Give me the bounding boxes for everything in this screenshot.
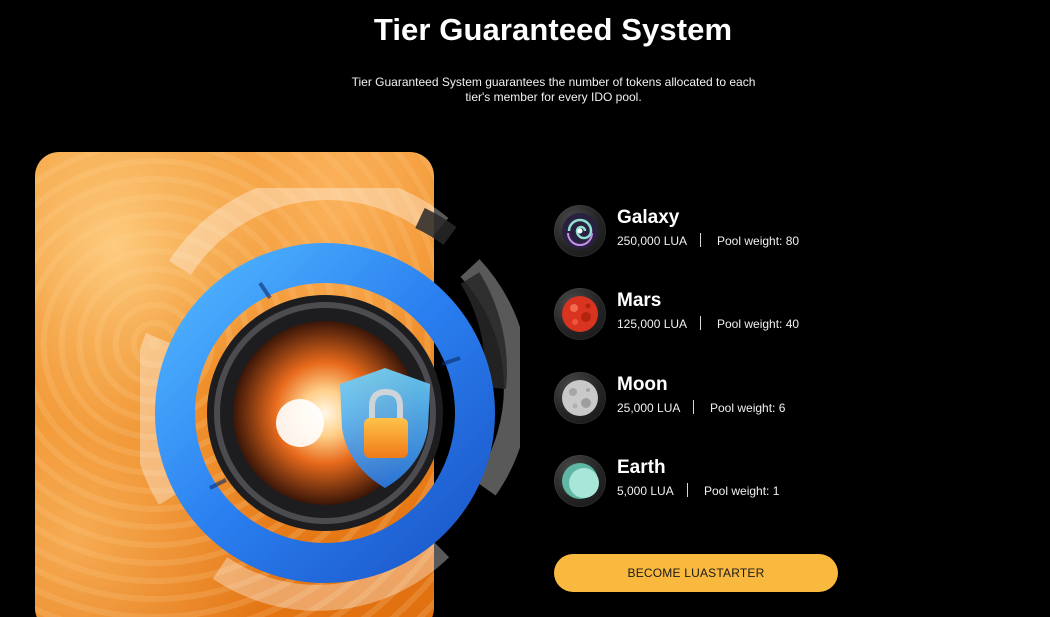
tier-name: Moon: [617, 374, 668, 395]
tier-item-earth: Earth 5,000 LUA Pool weight: 1: [554, 455, 914, 507]
earth-icon: [554, 455, 606, 507]
tier-item-mars: Mars 125,000 LUA Pool weight: 40: [554, 288, 914, 340]
tier-name: Mars: [617, 290, 662, 311]
tier-divider: [687, 483, 688, 497]
tier-pool-weight: Pool weight: 1: [704, 484, 780, 498]
become-luastarter-button[interactable]: BECOME LUASTARTER: [554, 554, 838, 592]
tier-amount: 5,000 LUA: [617, 484, 674, 498]
tier-name: Earth: [617, 457, 666, 478]
moon-icon: [554, 372, 606, 424]
tier-system-section: Tier Guaranteed System Tier Guaranteed S…: [0, 0, 1050, 617]
tier-name: Galaxy: [617, 207, 680, 228]
tier-item-galaxy: Galaxy 250,000 LUA Pool weight: 80: [554, 205, 914, 257]
tier-divider: [700, 233, 701, 247]
tier-amount: 250,000 LUA: [617, 234, 688, 248]
tier-amount: 125,000 LUA: [617, 317, 688, 331]
page-title: Tier Guaranteed System: [373, 12, 733, 47]
tier-divider: [693, 400, 694, 414]
page-subtitle: Tier Guaranteed System guarantees the nu…: [351, 75, 756, 104]
tier-pool-weight: Pool weight: 6: [710, 401, 786, 415]
galaxy-icon: [554, 205, 606, 257]
tier-pool-weight: Pool weight: 40: [717, 317, 800, 331]
tier-pool-weight: Pool weight: 80: [717, 234, 800, 248]
tier-divider: [700, 316, 701, 330]
mars-icon: [554, 288, 606, 340]
tier-amount: 25,000 LUA: [617, 401, 681, 415]
shield-lock-illustration: [140, 188, 520, 611]
tier-item-moon: Moon 25,000 LUA Pool weight: 6: [554, 372, 914, 424]
